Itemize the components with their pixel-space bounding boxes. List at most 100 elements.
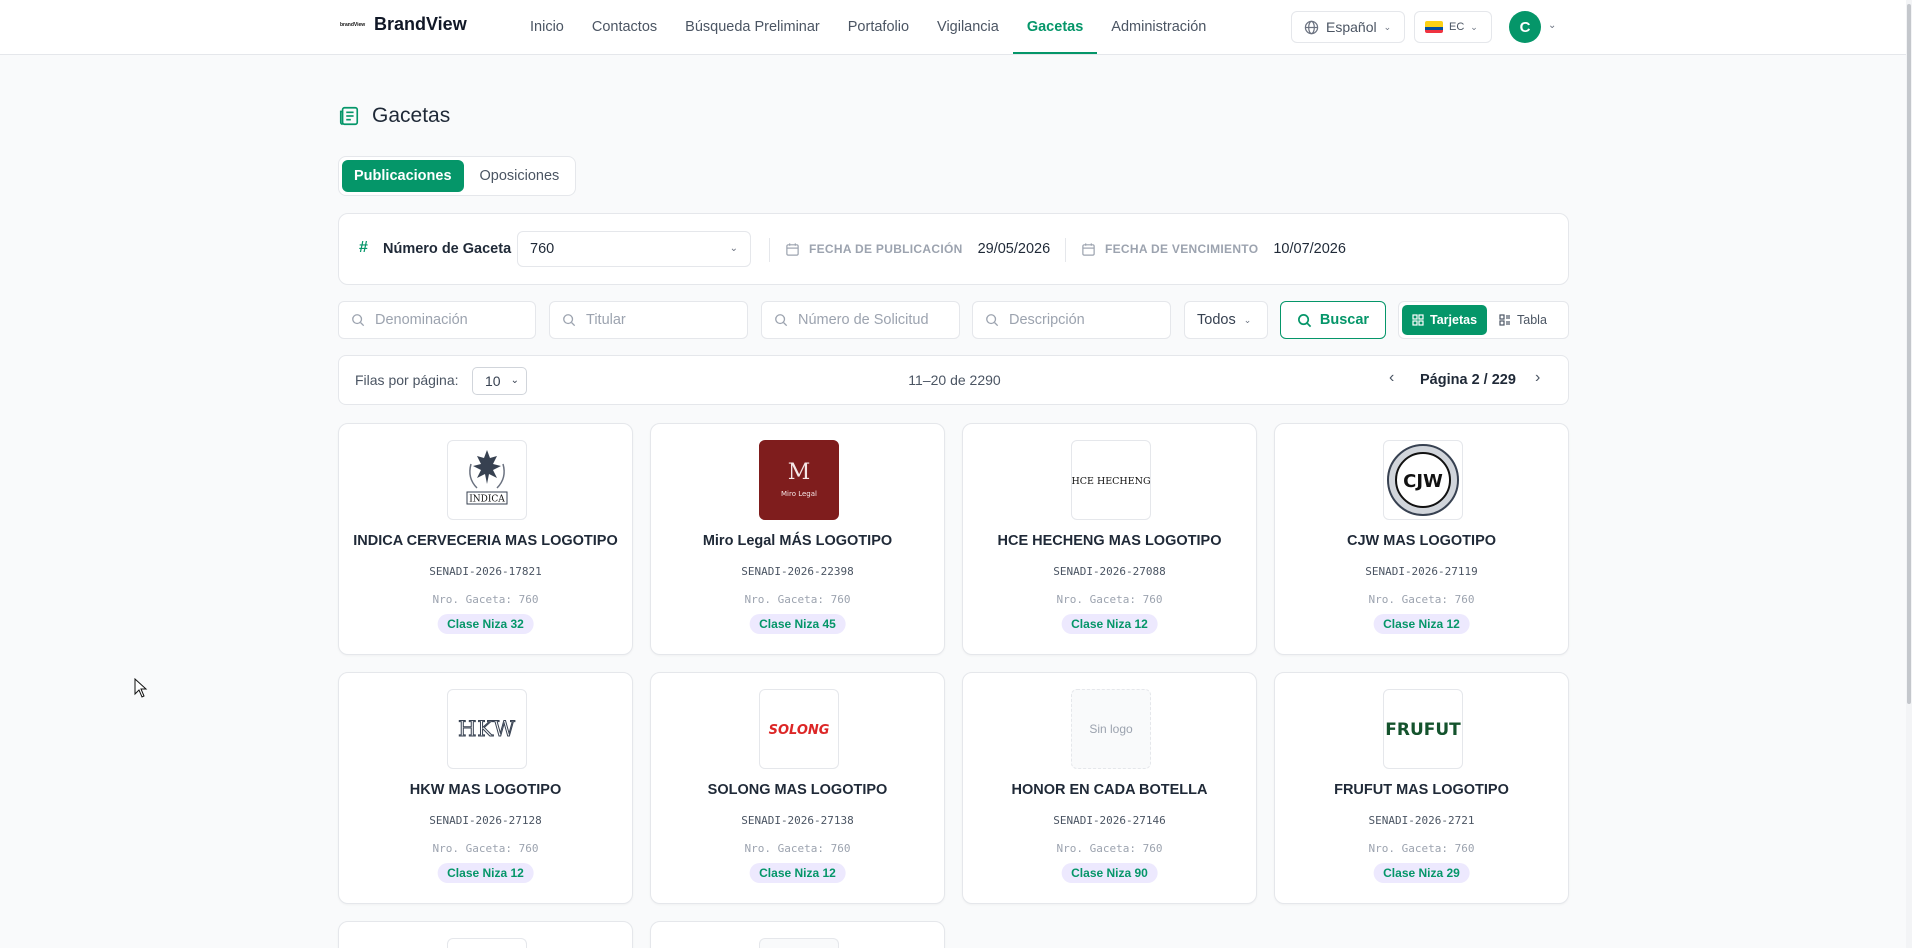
card-title: SOLONG MAS LOGOTIPO [707, 782, 888, 798]
nav-item-portafolio[interactable]: Portafolio [834, 0, 923, 54]
nav-item-administracion[interactable]: Administración [1097, 0, 1220, 54]
nav-item-vigilancia[interactable]: Vigilancia [923, 0, 1013, 54]
country-selector[interactable]: EC ⌄ [1414, 11, 1492, 43]
trademark-logo: HCE HECHENG [1071, 440, 1151, 520]
descripcion-search[interactable] [972, 301, 1171, 339]
publication-card[interactable]: HCE HECHENG HCE HECHENG MAS LOGOTIPO SEN… [962, 423, 1257, 655]
denominacion-input[interactable] [375, 312, 515, 328]
trademark-logo: HKW [447, 689, 527, 769]
tab-publicaciones[interactable]: Publicaciones [342, 160, 464, 192]
gaceta-number-label: Número de Gaceta [383, 241, 512, 257]
user-avatar[interactable]: C [1509, 11, 1541, 43]
solicitud-search[interactable] [761, 301, 960, 339]
publication-card[interactable]: CJW CJW MAS LOGOTIPO SENADI-2026-27119 N… [1274, 423, 1569, 655]
chevron-down-icon: ⌄ [1383, 21, 1392, 32]
publication-card[interactable] [338, 921, 633, 948]
trademark-logo: M Miro Legal [759, 440, 839, 520]
mouse-cursor-icon [134, 678, 148, 698]
trademark-logo [759, 938, 839, 948]
status-filter-value: Todos [1197, 312, 1236, 328]
rows-per-page-value: 10 [485, 373, 501, 389]
search-icon [563, 314, 576, 327]
main-nav: Inicio Contactos Búsqueda Preliminar Por… [516, 0, 1220, 54]
language-label: Español [1326, 19, 1377, 35]
application-number: SENADI-2026-17821 [429, 565, 542, 578]
publication-card[interactable]: SOLONG SOLONG MAS LOGOTIPO SENADI-2026-2… [650, 672, 945, 904]
nice-class-badge: Clase Niza 45 [749, 614, 846, 634]
gaceta-number-select[interactable]: 760 ⌄ [517, 231, 751, 267]
nice-class-badge: Clase Niza 12 [437, 863, 534, 883]
publication-card[interactable] [650, 921, 945, 948]
page-header: Gacetas [338, 104, 450, 128]
expiration-date: FECHA DE VENCIMIENTO 10/07/2026 [1081, 241, 1346, 257]
rows-per-page-select[interactable]: 10 ⌄ [472, 367, 527, 395]
application-number: SENADI-2026-27138 [741, 814, 854, 827]
brand[interactable]: brandView BrandView [340, 14, 467, 35]
page-indicator: Página 2 / 229 [1420, 372, 1516, 388]
nav-item-gacetas[interactable]: Gacetas [1012, 0, 1098, 54]
solicitud-input[interactable] [798, 312, 938, 328]
gaceta-tabs: Publicaciones Oposiciones [338, 156, 576, 196]
logo-text: HKW [458, 717, 516, 741]
divider [769, 238, 770, 262]
search-button-label: Buscar [1319, 312, 1370, 328]
brand-name: BrandView [374, 14, 467, 34]
titular-search[interactable] [549, 301, 748, 339]
application-number: SENADI-2026-27146 [1053, 814, 1166, 827]
view-table-button[interactable]: Tabla [1489, 305, 1557, 335]
gaceta-number: Nro. Gaceta: 760 [1056, 842, 1163, 855]
card-title: INDICA CERVECERIA MAS LOGOTIPO [353, 533, 618, 549]
nav-item-contactos[interactable]: Contactos [578, 0, 671, 54]
status-filter-select[interactable]: Todos ⌄ [1184, 301, 1268, 339]
logo-text: HCE HECHENG [1072, 476, 1150, 487]
publication-card[interactable]: HKW HKW MAS LOGOTIPO SENADI-2026-27128 N… [338, 672, 633, 904]
page-title: Gacetas [372, 104, 451, 127]
trademark-logo: SOLONG [759, 689, 839, 769]
titular-input[interactable] [586, 312, 726, 328]
publication-card[interactable]: INDICA INDICA CERVECERIA MAS LOGOTIPO SE… [338, 423, 633, 655]
logo-text: Miro Legal [781, 490, 817, 498]
language-selector[interactable]: Español ⌄ [1291, 11, 1405, 43]
publication-card[interactable]: FRUFUT FRUFUT MAS LOGOTIPO SENADI-2026-2… [1274, 672, 1569, 904]
gaceta-number: Nro. Gaceta: 760 [1368, 593, 1475, 606]
svg-text:M: M [788, 460, 811, 485]
application-number: SENADI-2026-22398 [741, 565, 854, 578]
publication-date: FECHA DE PUBLICACIÓN 29/05/2026 [785, 241, 1050, 257]
list-icon [1499, 314, 1511, 326]
nice-class-badge: Clase Niza 32 [437, 614, 534, 634]
card-title: HKW MAS LOGOTIPO [409, 782, 562, 798]
logo-text: SOLONG [769, 723, 830, 738]
view-cards-label: Tarjetas [1430, 313, 1478, 327]
card-title: HCE HECHENG MAS LOGOTIPO [997, 533, 1222, 549]
pagination-bar: Filas por página: 10 ⌄ 11–20 de 2290 ‹ P… [338, 355, 1569, 405]
country-label: EC [1449, 21, 1465, 33]
card-title: CJW MAS LOGOTIPO [1346, 533, 1497, 549]
tab-oposiciones[interactable]: Oposiciones [468, 160, 572, 192]
chevron-left-icon[interactable]: ‹ [1389, 369, 1394, 387]
publication-card[interactable]: Sin logo HONOR EN CADA BOTELLA SENADI-20… [962, 672, 1257, 904]
hash-icon: # [359, 239, 368, 256]
search-button[interactable]: Buscar [1280, 301, 1386, 339]
application-number: SENADI-2026-27128 [429, 814, 542, 827]
application-number: SENADI-2026-27088 [1053, 565, 1166, 578]
view-table-label: Tabla [1517, 313, 1547, 327]
nav-item-inicio[interactable]: Inicio [516, 0, 578, 54]
publication-date-label: FECHA DE PUBLICACIÓN [809, 242, 963, 256]
logo-text: FRUFUT [1385, 720, 1461, 740]
scrollbar-thumb[interactable] [1907, 4, 1911, 704]
denominacion-search[interactable] [338, 301, 536, 339]
trademark-logo: CJW [1383, 440, 1463, 520]
chevron-down-icon[interactable]: ⌄ [1548, 20, 1556, 31]
nice-class-badge: Clase Niza 12 [749, 863, 846, 883]
card-title: Miro Legal MÁS LOGOTIPO [702, 533, 893, 549]
gaceta-number: Nro. Gaceta: 760 [432, 842, 539, 855]
application-number: SENADI-2026-27119 [1365, 565, 1478, 578]
descripcion-input[interactable] [1009, 312, 1149, 328]
nav-item-busqueda-preliminar[interactable]: Búsqueda Preliminar [671, 0, 834, 54]
publication-card[interactable]: M Miro Legal Miro Legal MÁS LOGOTIPO SEN… [650, 423, 945, 655]
chevron-right-icon[interactable]: › [1535, 369, 1540, 387]
view-cards-button[interactable]: Tarjetas [1402, 305, 1488, 335]
chevron-down-icon: ⌄ [1243, 314, 1252, 325]
view-mode-toggle: Tarjetas Tabla [1398, 301, 1569, 339]
gaceta-number: Nro. Gaceta: 760 [1368, 842, 1475, 855]
